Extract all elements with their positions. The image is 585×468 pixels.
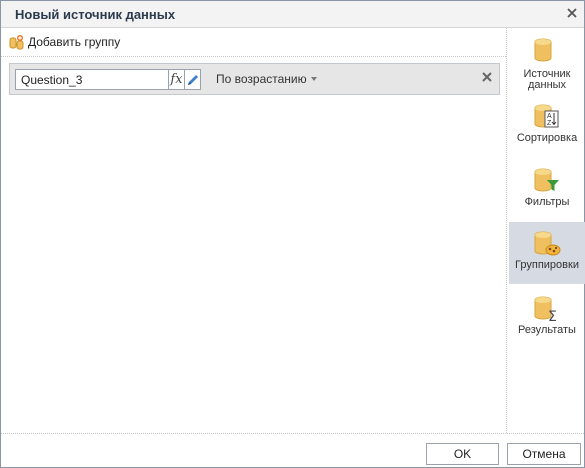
add-group-label: Добавить группу <box>28 35 121 49</box>
group-row: fx По возрастанию <box>9 63 500 95</box>
remove-group-icon[interactable] <box>481 71 493 83</box>
sidebar-item-sorting[interactable]: A Z Сортировка <box>509 95 585 157</box>
sum-icon: Σ <box>534 296 557 321</box>
filter-icon <box>534 168 559 192</box>
chevron-down-icon <box>310 77 317 81</box>
svg-text:A: A <box>547 113 552 120</box>
sort-order-label: По возрастанию <box>216 72 307 86</box>
title-bar: Новый источник данных <box>1 1 584 28</box>
sidebar-item-label: Сортировка <box>516 132 578 144</box>
sidebar-item-label: Группировки <box>515 259 579 271</box>
sidebar-item-groupings[interactable]: Группировки <box>509 222 585 284</box>
ok-button[interactable]: OK <box>426 443 499 465</box>
group-field-input[interactable] <box>15 69 169 90</box>
pencil-icon <box>188 75 198 85</box>
sidebar-item-data-source[interactable]: Источник данных <box>509 29 585 91</box>
sidebar-divider <box>506 28 507 433</box>
sidebar-item-filters[interactable]: Фильтры <box>509 159 585 221</box>
dialog-window: Новый источник данных Добавить группу fx <box>0 0 585 468</box>
sidebar-item-label: Результаты <box>518 324 576 336</box>
add-group-button[interactable]: Добавить группу <box>9 34 120 50</box>
sidebar-item-label: Источник данных <box>523 68 571 91</box>
svg-text:Σ: Σ <box>548 309 557 321</box>
sort-order-dropdown[interactable]: По возрастанию <box>216 72 317 86</box>
fx-button[interactable]: fx <box>168 69 185 90</box>
edit-expression-button[interactable] <box>184 69 201 90</box>
sort-az-icon: A Z <box>534 104 559 128</box>
dialog-footer: OK Отмена <box>1 433 584 467</box>
cancel-button[interactable]: Отмена <box>507 443 581 465</box>
close-icon[interactable] <box>566 7 578 19</box>
dialog-title: Новый источник данных <box>15 7 176 22</box>
sidebar-item-label: Фильтры <box>524 196 570 208</box>
toolbar: Добавить группу <box>1 28 506 57</box>
add-group-icon <box>9 35 24 50</box>
grouping-icon <box>534 231 561 256</box>
sidebar-item-results[interactable]: Σ Результаты <box>509 287 585 349</box>
svg-text:Z: Z <box>547 120 552 127</box>
database-icon <box>534 38 552 62</box>
